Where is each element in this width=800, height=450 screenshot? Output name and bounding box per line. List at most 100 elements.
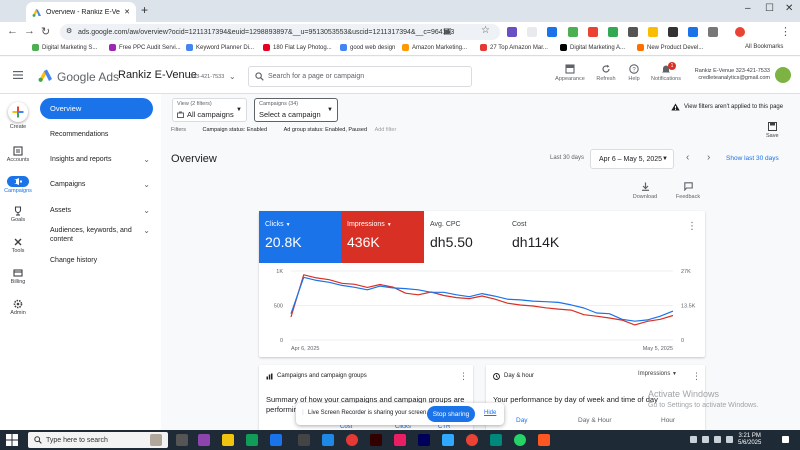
battery-icon[interactable] — [726, 436, 733, 443]
edge-icon[interactable] — [246, 434, 258, 446]
task-view-icon[interactable] — [176, 434, 188, 446]
nav-item-campaigns[interactable]: Campaigns ⌄ — [50, 180, 150, 189]
chrome-icon[interactable] — [346, 434, 358, 446]
site-info-icon[interactable]: ⚙ — [66, 27, 72, 35]
nav-item-insights[interactable]: Insights and reports ⌄ — [50, 155, 150, 164]
filter-chip[interactable]: Campaign status: Enabled — [203, 127, 268, 133]
tab-day-hour[interactable]: Day & Hour — [578, 417, 612, 424]
volume-icon[interactable] — [714, 436, 721, 443]
notifications-button[interactable]: Notifications 1 — [648, 62, 684, 82]
appearance-button[interactable]: Appearance — [555, 64, 585, 82]
after-effects-icon[interactable] — [418, 434, 430, 446]
nav-item-overview[interactable]: Overview — [40, 98, 153, 119]
add-filter-link[interactable]: Add filter — [375, 127, 397, 133]
nav-item-audiences[interactable]: Audiences, keywords, and content ⌄ — [50, 226, 150, 244]
url-input[interactable]: ⚙ ads.google.com/aw/overview?ocid=121131… — [60, 24, 500, 40]
help-button[interactable]: ? Help — [623, 64, 645, 82]
extension-icon[interactable] — [628, 27, 638, 37]
bookmark-item[interactable]: good web design — [340, 44, 395, 51]
rail-goals[interactable]: Goals — [0, 206, 36, 223]
show-last-30-days-link[interactable]: Show last 30 days — [726, 155, 779, 162]
reload-icon[interactable]: ↻ — [41, 25, 50, 38]
search-input[interactable]: Search for a page or campaign — [248, 66, 472, 87]
file-explorer-icon[interactable] — [222, 434, 234, 446]
bookmark-star-icon[interactable]: ☆ — [481, 25, 490, 36]
network-icon[interactable] — [702, 436, 709, 443]
app-icon[interactable] — [490, 434, 502, 446]
cast-icon[interactable]: ▣ — [443, 26, 452, 37]
new-tab-icon[interactable]: + — [141, 3, 148, 17]
caret-down-icon[interactable]: ▼ — [387, 222, 392, 228]
metric-tile-cost[interactable]: Cost dh114K — [506, 211, 588, 263]
bookmark-item[interactable]: Keyword Planner Di... — [186, 44, 254, 51]
bookmark-item[interactable]: New Product Devel... — [637, 44, 703, 51]
forward-icon[interactable]: → — [24, 25, 35, 37]
metric-tile-clicks[interactable]: Clicks ▼ 20.8K — [259, 211, 341, 263]
filter-chip[interactable]: Ad group status: Enabled, Paused — [284, 127, 367, 133]
create-button[interactable] — [8, 102, 28, 122]
illustrator-icon[interactable] — [370, 434, 382, 446]
rail-campaigns[interactable]: Campaigns — [0, 176, 36, 194]
next-period-icon[interactable]: › — [707, 152, 710, 163]
extension-icon[interactable] — [688, 27, 698, 37]
close-tab-icon[interactable]: ✕ — [124, 8, 130, 16]
hamburger-menu-icon[interactable] — [13, 71, 23, 79]
notifications-center-icon[interactable] — [782, 436, 789, 443]
maximize-icon[interactable]: ☐ — [765, 3, 774, 14]
close-window-icon[interactable]: ✕ — [785, 3, 793, 14]
all-bookmarks-button[interactable]: All Bookmarks — [745, 44, 783, 50]
extension-icon[interactable] — [507, 27, 517, 37]
extension-icon[interactable] — [588, 27, 598, 37]
bookmark-item[interactable]: 27 Top Amazon Mar... — [480, 44, 548, 51]
bookmark-item[interactable]: Digital Marketing A... — [560, 44, 625, 51]
rail-tools[interactable]: Tools — [0, 237, 36, 254]
kebab-menu-icon[interactable]: ⋮ — [687, 221, 697, 232]
chevron-down-icon[interactable]: ⌄ — [229, 72, 236, 81]
campaign-selector[interactable]: Campaigns (34) Select a campaign ▼ — [254, 98, 338, 122]
extension-icon[interactable] — [568, 27, 578, 37]
extension-icon[interactable] — [668, 27, 678, 37]
drag-handle-icon[interactable]: ⋮ — [300, 409, 306, 416]
minimize-icon[interactable]: – — [745, 3, 751, 14]
refresh-button[interactable]: Refresh — [591, 64, 621, 82]
browser-menu-icon[interactable]: ⋮ — [780, 25, 791, 38]
previous-period-icon[interactable]: ‹ — [686, 152, 689, 163]
whatsapp-icon[interactable] — [514, 434, 526, 446]
tab-day[interactable]: Day — [516, 417, 528, 424]
taskbar-search-input[interactable]: Type here to search — [28, 432, 168, 448]
metric-tile-avg-cpc[interactable]: Avg. CPC dh5.50 — [424, 211, 506, 263]
nav-item-assets[interactable]: Assets ⌄ — [50, 206, 150, 215]
store-icon[interactable] — [270, 434, 282, 446]
app-icon[interactable] — [538, 434, 550, 446]
view-selector[interactable]: View (2 filters) All campaigns ▼ — [172, 98, 247, 122]
metric-dropdown[interactable]: Impressions ▼ — [638, 371, 677, 377]
copilot-icon[interactable] — [198, 434, 210, 446]
avatar[interactable] — [775, 67, 791, 83]
date-range-picker[interactable]: Apr 6 – May 5, 2025 ▼ — [590, 149, 674, 169]
profile-avatar-icon[interactable] — [735, 27, 745, 37]
puzzle-icon[interactable] — [708, 27, 718, 37]
extension-icon[interactable] — [608, 27, 618, 37]
kebab-menu-icon[interactable]: ⋮ — [692, 371, 701, 382]
bookmark-item[interactable]: Amazon Marketing... — [402, 44, 467, 51]
tab-hour[interactable]: Hour — [661, 417, 675, 424]
rail-billing[interactable]: Billing — [0, 268, 36, 285]
extension-icon[interactable] — [527, 27, 537, 37]
extension-icon[interactable] — [648, 27, 658, 37]
hide-link[interactable]: Hide — [484, 410, 496, 416]
extension-icon[interactable] — [547, 27, 557, 37]
rail-admin[interactable]: Admin — [0, 299, 36, 316]
bookmark-item[interactable]: Digital Marketing S... — [32, 44, 97, 51]
kebab-menu-icon[interactable]: ⋮ — [459, 371, 468, 382]
caret-down-icon[interactable]: ▼ — [286, 222, 291, 228]
bookmark-item[interactable]: 180 Flat Lay Photog... — [263, 44, 332, 51]
rail-accounts[interactable]: Accounts — [0, 146, 36, 163]
app-icon[interactable] — [298, 434, 310, 446]
browser-tab[interactable]: Overview - Rankiz E-Venue - G ✕ — [26, 2, 136, 22]
download-button[interactable]: Download — [630, 182, 660, 200]
nav-item-recommendations[interactable]: Recommendations — [50, 130, 150, 139]
app-icon[interactable] — [322, 434, 334, 446]
feedback-button[interactable]: Feedback — [673, 182, 703, 200]
photoshop-icon[interactable] — [442, 434, 454, 446]
stop-sharing-button[interactable]: Stop sharing — [427, 406, 475, 422]
